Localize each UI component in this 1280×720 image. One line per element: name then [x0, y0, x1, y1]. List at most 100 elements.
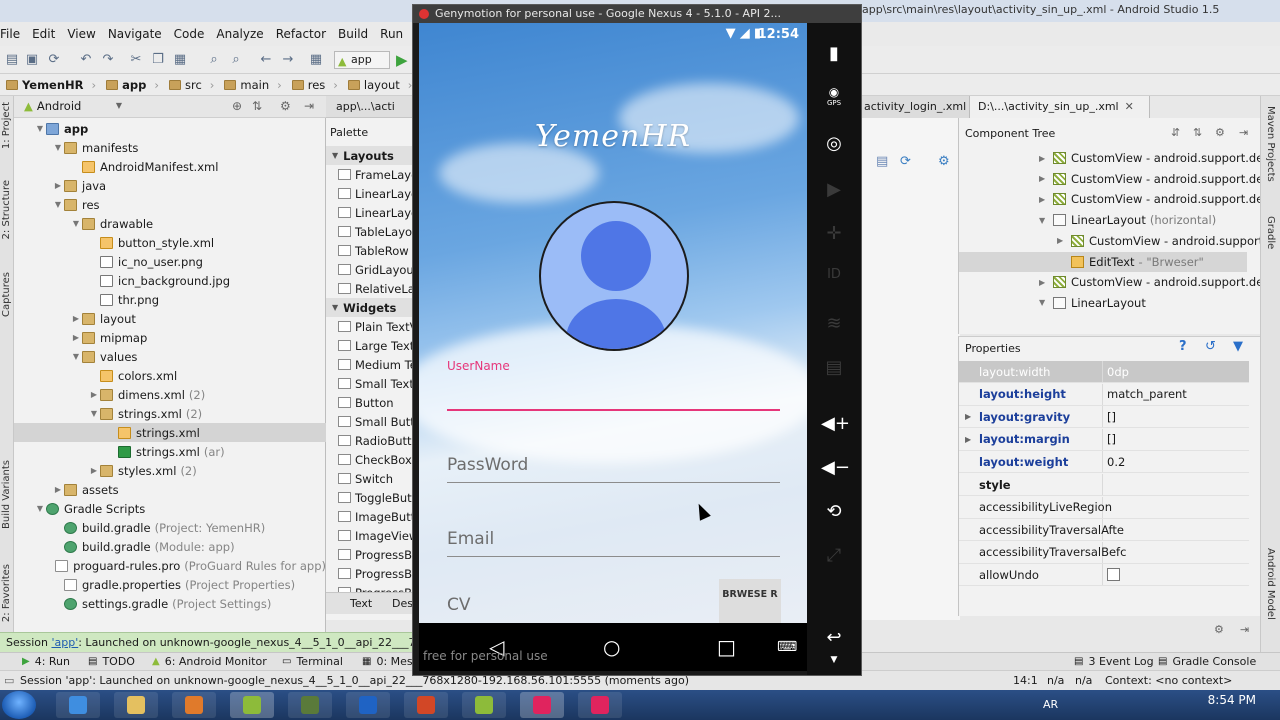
breadcrumb-item[interactable]: app › [106, 78, 159, 92]
help-icon[interactable]: ? [1179, 339, 1187, 354]
breadcrumb-item[interactable]: YemenHR › [6, 78, 96, 92]
property-row[interactable]: ▶ layout:gravity [] [959, 406, 1249, 429]
project-view-selector[interactable]: ▲ Android ▼ [24, 99, 124, 115]
property-checkbox[interactable] [1107, 568, 1120, 582]
property-row[interactable]: layout:weight 0.2 [959, 451, 1249, 474]
project-tree-item[interactable]: AndroidManifest.xml [14, 157, 326, 176]
chevron-right-icon[interactable]: ▶ [965, 435, 971, 444]
palette-item[interactable]: Plain TextView [338, 317, 415, 336]
paste-icon[interactable]: ▦ [172, 52, 188, 68]
palette-item[interactable]: ImageButton [338, 507, 415, 526]
back-icon[interactable]: ↩ [821, 627, 847, 648]
hide-icon[interactable]: ⇥ [1239, 126, 1248, 139]
make-project-icon[interactable]: ▦ [308, 52, 324, 68]
chevron-down-icon[interactable]: ▼ [70, 352, 82, 361]
project-tree-item[interactable]: build.gradle (Module: app) [14, 537, 326, 556]
menu-edit[interactable]: Edit [32, 27, 55, 41]
project-tree-item[interactable]: icn_background.jpg [14, 271, 326, 290]
menu-refactor[interactable]: Refactor [276, 27, 326, 41]
close-icon[interactable]: ✕ [1125, 100, 1134, 113]
project-tree-item[interactable]: ▼ drawable [14, 214, 326, 233]
text-tab[interactable]: Text [350, 597, 372, 610]
rotate-icon[interactable]: ⟲ [821, 501, 847, 522]
project-tree-item[interactable]: ▶ layout [14, 309, 326, 328]
menu-view[interactable]: View [67, 27, 95, 41]
back-icon[interactable]: ← [258, 52, 274, 68]
android-model-tab[interactable]: Android Model [1265, 548, 1276, 620]
cv-field[interactable]: CV [447, 593, 707, 623]
project-tree-item[interactable]: colors.xml [14, 366, 326, 385]
menu-run[interactable]: Run [380, 27, 403, 41]
genymotion2-taskbar-icon[interactable] [578, 692, 622, 718]
chevron-down-icon[interactable]: ▼ [1039, 298, 1053, 307]
settings-icon[interactable]: ⚙ [938, 154, 950, 169]
collapse-icon[interactable]: ⇅ [252, 99, 262, 113]
palette-group[interactable]: ▼ Layouts [326, 146, 415, 165]
menu-analyze[interactable]: Analyze [216, 27, 263, 41]
gradle-console-tab[interactable]: ▤ Gradle Console [1158, 655, 1256, 668]
chevron-right-icon[interactable]: ▶ [1039, 174, 1053, 183]
ie-taskbar-icon[interactable] [56, 692, 100, 718]
project-tree-item[interactable]: settings.gradle (Project Settings) [14, 594, 326, 613]
captures-tool-tab[interactable]: Captures [1, 272, 12, 317]
structure-tool-tab[interactable]: 2: Structure [1, 180, 12, 239]
battery-icon[interactable]: ▮ [821, 43, 847, 64]
chevron-down-icon[interactable]: ▼ [88, 409, 100, 418]
project-tree-item[interactable]: strings.xml [14, 423, 326, 442]
project-tree-item[interactable]: button_style.xml [14, 233, 326, 252]
menu-icon[interactable]: ▼ [821, 655, 847, 665]
property-row[interactable]: accessibilityLiveRegion [959, 496, 1249, 519]
chevron-down-icon[interactable]: ▼ [1039, 216, 1053, 225]
component-tree-item[interactable]: ▶ CustomView - android.support. [1057, 231, 1267, 251]
property-value[interactable]: [] [1107, 410, 1116, 424]
gear-icon[interactable]: ⚙ [1215, 126, 1225, 139]
cut-icon[interactable]: ✂ [128, 52, 144, 68]
project-tree-item[interactable]: ▶ styles.xml (2) [14, 461, 326, 480]
favorites-tool-tab[interactable]: 2: Favorites [1, 564, 12, 622]
hide-icon[interactable]: ⇥ [1240, 623, 1249, 636]
undo-icon[interactable]: ↶ [78, 52, 94, 68]
todo-tab[interactable]: ▤ TODO [88, 655, 135, 668]
chevron-right-icon[interactable]: ▶ [70, 333, 82, 342]
editor-tab-login[interactable]: activity_login_.xml✕ [862, 96, 981, 118]
open-icon[interactable]: ▤ [4, 52, 20, 68]
replace-icon[interactable]: ⌕ [228, 52, 244, 68]
palette-item[interactable]: ImageView [338, 526, 415, 545]
palette-item[interactable]: Small Text [338, 374, 415, 393]
palette-item[interactable]: Switch [338, 469, 415, 488]
build-variants-tool-tab[interactable]: Build Variants [1, 460, 12, 529]
palette-item[interactable]: LinearLayout [338, 184, 415, 203]
breadcrumb-item[interactable]: main › [224, 78, 282, 92]
recents-icon[interactable]: □ [717, 635, 736, 659]
restore-icon[interactable]: ↺ [1205, 339, 1216, 354]
expand-all-icon[interactable]: ⇵ [1171, 126, 1180, 139]
component-tree-item[interactable]: EditText - "Brweser" [959, 251, 1247, 272]
caret-position[interactable]: 14:1 [1013, 674, 1038, 687]
editor-tab-signup[interactable]: D:\...\activity_sin_up_.xml ✕ [970, 96, 1150, 118]
palette-item[interactable]: LinearLayout [338, 203, 415, 222]
project-tree-item[interactable]: ▶ assets [14, 480, 326, 499]
palette-item[interactable]: FrameLayout [338, 165, 415, 184]
gear-icon[interactable]: ⚙ [1214, 623, 1224, 636]
palette-item[interactable]: RadioButton [338, 431, 415, 450]
chevron-right-icon[interactable]: ▶ [965, 412, 971, 421]
project-tree-item[interactable]: ▼ strings.xml (2) [14, 404, 326, 423]
property-row[interactable]: layout:height match_parent [959, 383, 1249, 406]
palette-group[interactable]: ▼ Widgets [326, 298, 415, 317]
menu-navigate[interactable]: Navigate [108, 27, 162, 41]
project-tree-item[interactable]: ▶ java [14, 176, 326, 195]
media-taskbar-icon[interactable] [172, 692, 216, 718]
project-tree-item[interactable]: build.gradle (Project: YemenHR) [14, 518, 326, 537]
terminal-tab[interactable]: ▭ Terminal [282, 655, 343, 668]
hide-icon[interactable]: ⇥ [304, 99, 314, 113]
vs-taskbar-icon[interactable] [346, 692, 390, 718]
genymotion-taskbar-icon[interactable] [520, 692, 564, 718]
palette-item[interactable]: TableLayout [338, 222, 415, 241]
palette-item[interactable]: Large Text [338, 336, 415, 355]
project-tree-item[interactable]: strings.xml (ar) [14, 442, 326, 461]
powerpoint-taskbar-icon[interactable] [404, 692, 448, 718]
property-value[interactable]: match_parent [1107, 387, 1187, 401]
volume-down-icon[interactable]: ◀− [821, 457, 850, 478]
browse-button[interactable]: BRWESE R [719, 579, 781, 623]
chevron-right-icon[interactable]: ▶ [1039, 278, 1053, 287]
